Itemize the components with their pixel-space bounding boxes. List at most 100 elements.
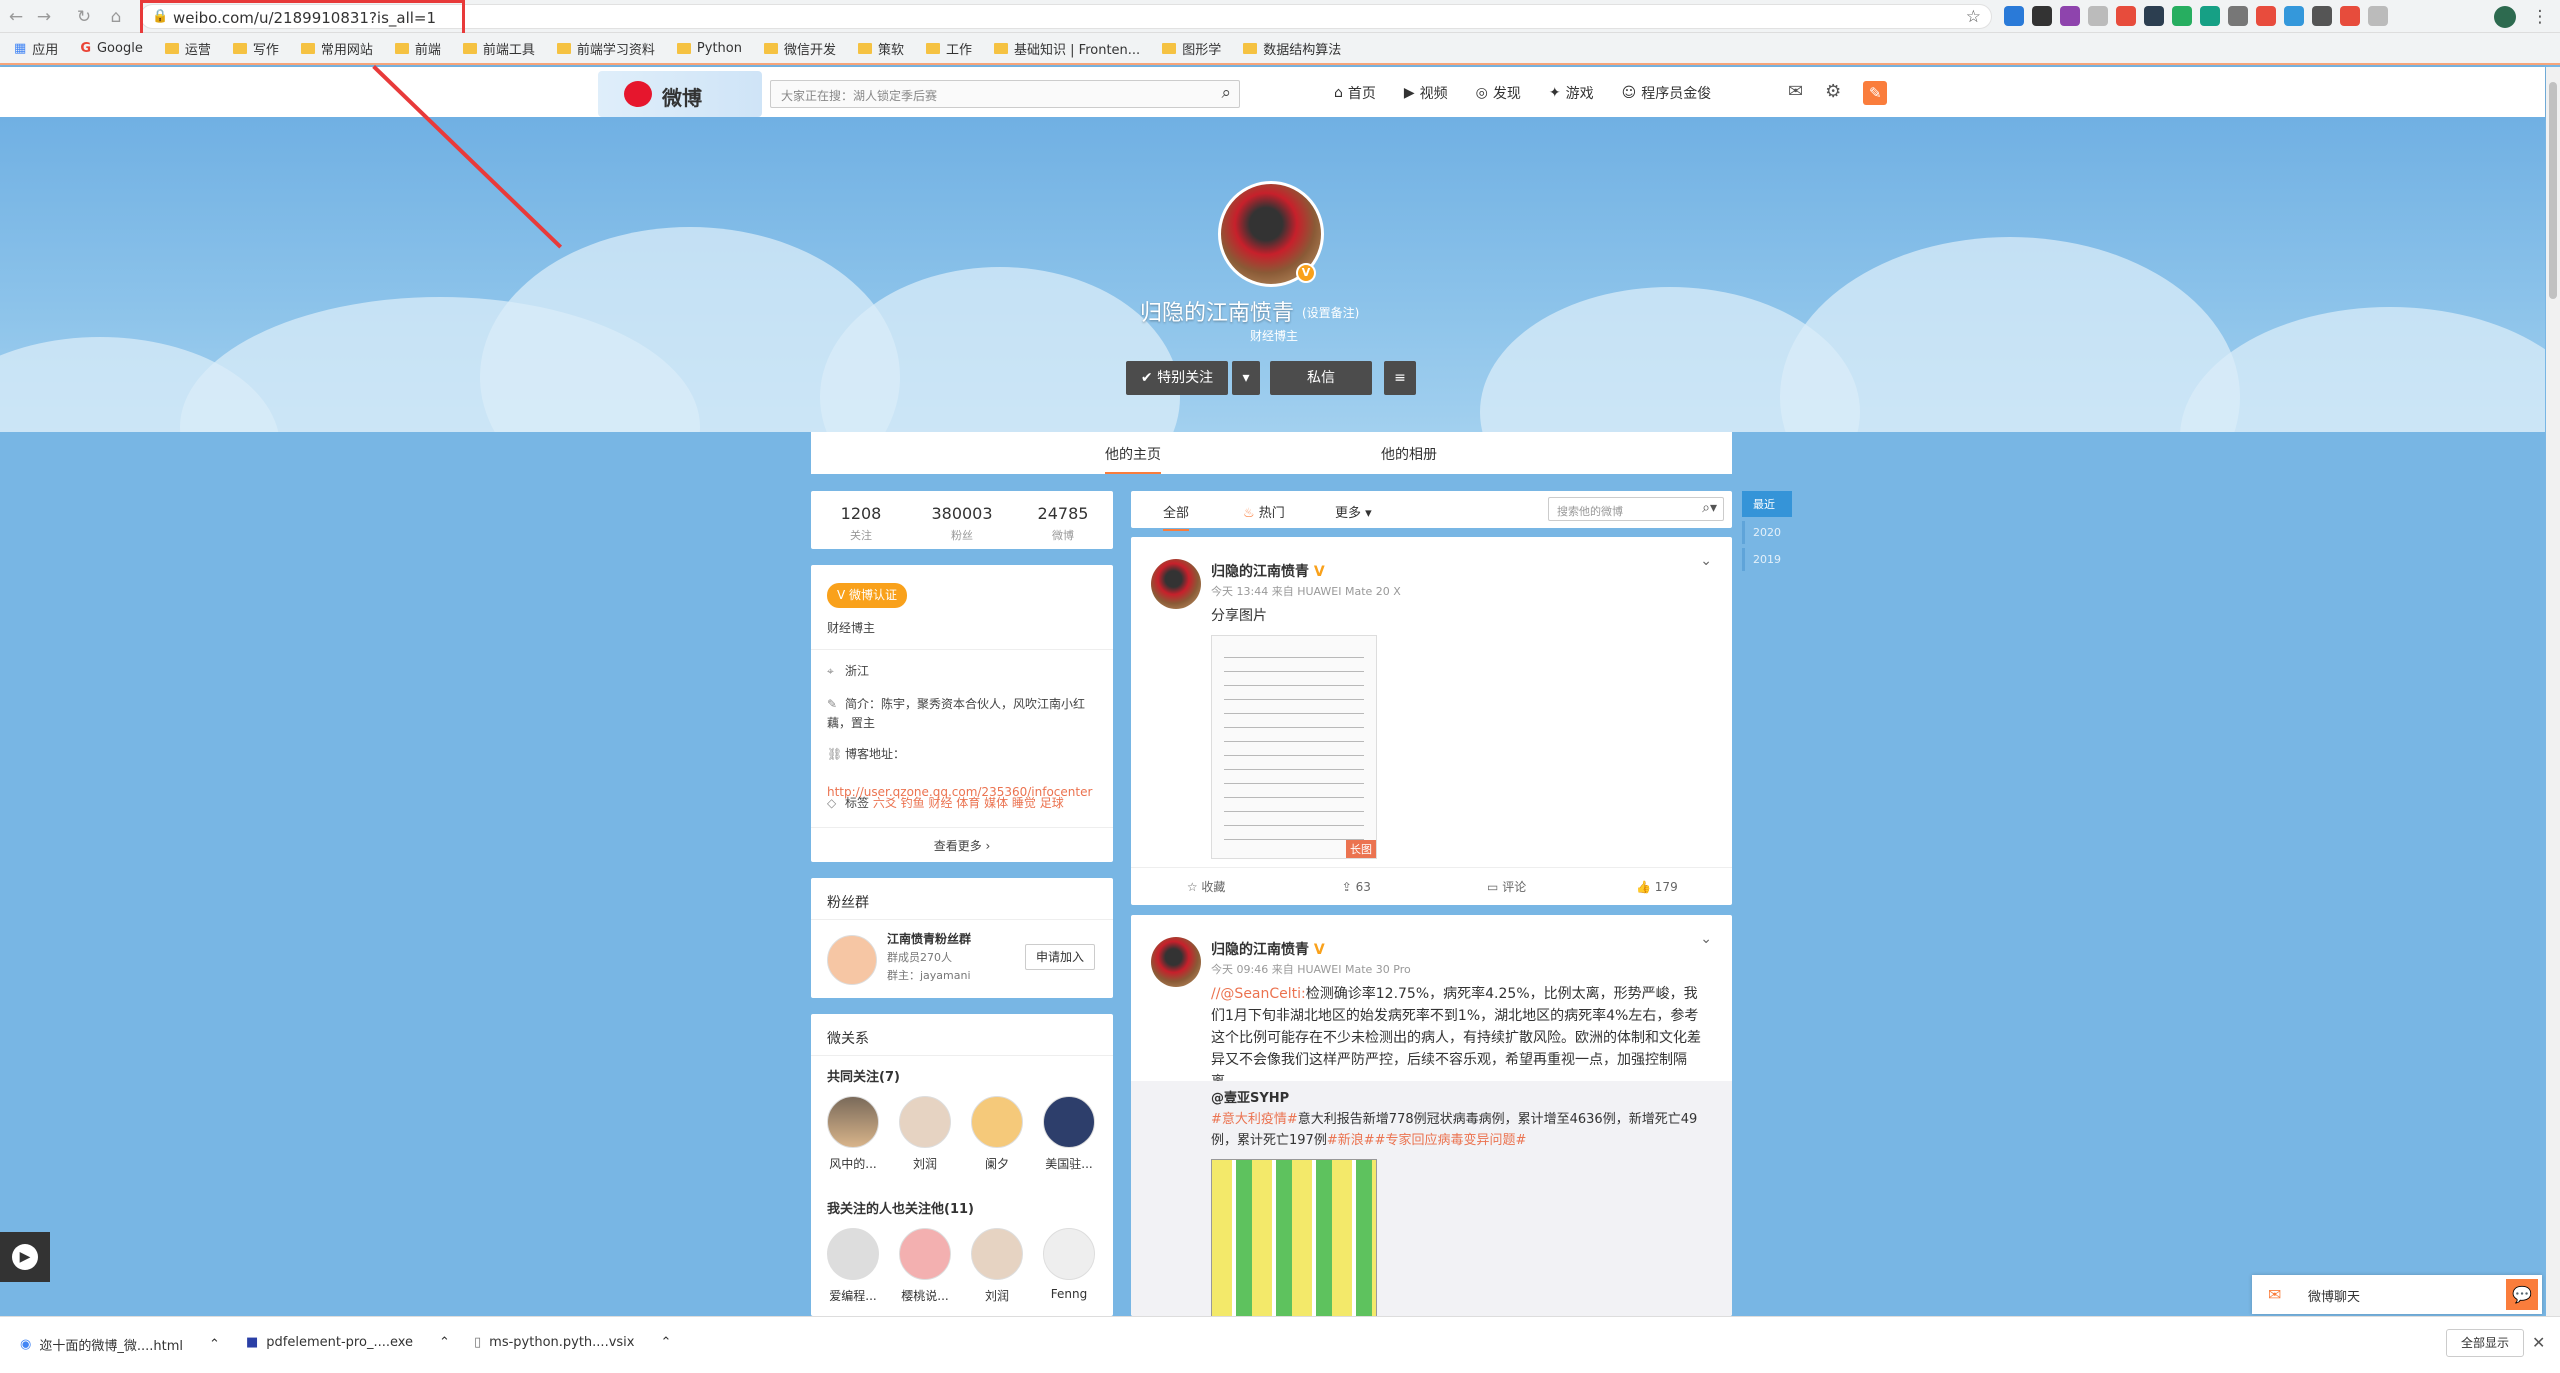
avatar[interactable] — [971, 1096, 1023, 1148]
stat-posts[interactable]: 24785 微博 — [1013, 504, 1113, 543]
extension-icon[interactable] — [2172, 6, 2192, 26]
bookmark-folder[interactable]: 写作 — [232, 39, 279, 58]
repost-button[interactable]: ⇪ 63 — [1281, 868, 1431, 905]
avatar[interactable] — [827, 1228, 879, 1280]
search-icon[interactable]: ⌕ — [1221, 83, 1231, 103]
mention-link[interactable]: //@SeanCelti: — [1211, 986, 1306, 1002]
join-group-button[interactable]: 申请加入 — [1025, 944, 1095, 970]
chevron-up-icon[interactable]: ⌃ — [660, 1335, 671, 1350]
nav-user[interactable]: ☺ 程序员金俊 — [1622, 83, 1712, 103]
group-avatar[interactable] — [827, 935, 877, 985]
post-image[interactable]: 长图 — [1211, 635, 1377, 859]
bookmark-folder[interactable]: 策软 — [858, 39, 904, 58]
favorite-button[interactable]: ☆ 收藏 — [1131, 868, 1281, 905]
repost-author[interactable]: @壹亚SYHP — [1211, 1087, 1289, 1106]
extension-icon[interactable] — [2116, 6, 2136, 26]
extension-icon[interactable] — [2368, 6, 2388, 26]
set-note-link[interactable]: (设置备注) — [1302, 304, 1359, 321]
chat-icon[interactable]: 💬 — [2506, 1279, 2538, 1310]
extension-icon[interactable] — [2060, 6, 2080, 26]
nav-discover[interactable]: ◎ 发现 — [1476, 83, 1521, 103]
avatar[interactable] — [827, 1096, 879, 1148]
extension-icon[interactable] — [2256, 6, 2276, 26]
bookmark-folder[interactable]: 图形学 — [1162, 39, 1221, 58]
post-author[interactable]: 归隐的江南愤青 V — [1211, 939, 1325, 959]
bookmark-folder[interactable]: 前端学习资料 — [556, 39, 655, 58]
extension-icon[interactable] — [2284, 6, 2304, 26]
bookmark-item[interactable]: ▦ 应用 — [14, 39, 58, 58]
download-item[interactable]: ▯ ms-python.pyth....vsix ⌃ — [474, 1335, 671, 1350]
compose-icon[interactable]: ✎ — [1863, 81, 1888, 105]
stat-followers[interactable]: 380003 粉丝 — [912, 504, 1012, 543]
post-author[interactable]: 归隐的江南愤青 V — [1211, 561, 1325, 581]
mutual-follow-name[interactable]: 爱编程... — [817, 1287, 889, 1304]
year-2020[interactable]: 2020 — [1742, 521, 1792, 544]
search-icon[interactable]: ⌕▾ — [1702, 500, 1717, 516]
bookmark-folder[interactable]: Python — [676, 39, 742, 58]
common-follow-name[interactable]: 美国驻... — [1033, 1155, 1105, 1172]
bookmark-folder[interactable]: 常用网站 — [300, 39, 373, 58]
nav-game[interactable]: ✦ 游戏 — [1549, 83, 1594, 103]
tab-home[interactable]: 他的主页 — [1105, 444, 1161, 474]
weibo-logo[interactable]: 微博 — [598, 71, 762, 117]
bookmark-folder[interactable]: 数据结构算法 — [1243, 39, 1341, 58]
tab-album[interactable]: 他的相册 — [1381, 444, 1437, 464]
common-follow-name[interactable]: 风中的... — [817, 1155, 889, 1172]
like-button[interactable]: 👍 179 — [1582, 868, 1732, 905]
message-button[interactable]: 私信 — [1270, 361, 1372, 395]
gear-icon[interactable]: ⚙ — [1825, 81, 1841, 105]
nav-video[interactable]: ▶ 视频 — [1404, 83, 1448, 103]
mutual-follow-name[interactable]: 刘润 — [961, 1287, 1033, 1304]
bookmark-folder[interactable]: 运营 — [164, 39, 211, 58]
bookmark-folder[interactable]: 微信开发 — [763, 39, 836, 58]
year-recent[interactable]: 最近 — [1742, 491, 1792, 517]
home-icon[interactable]: ⌂ — [106, 7, 126, 27]
avatar[interactable] — [899, 1096, 951, 1148]
menu-icon[interactable]: ⋮ — [2530, 7, 2550, 27]
back-icon[interactable]: ← — [6, 7, 26, 27]
common-follow-name[interactable]: 阑夕 — [961, 1155, 1033, 1172]
weibo-chat-bar[interactable]: ✉ 微博聊天 💬 — [2252, 1275, 2542, 1314]
nav-home[interactable]: ⌂ 首页 — [1334, 83, 1376, 103]
chevron-up-icon[interactable]: ⌃ — [209, 1337, 220, 1352]
video-play-button[interactable]: ▶ — [0, 1232, 50, 1282]
search-input[interactable]: 大家正在搜：湖人锁定季后赛 ⌕ — [770, 80, 1240, 108]
extension-icon[interactable] — [2200, 6, 2220, 26]
more-menu-button[interactable]: ≡ — [1384, 361, 1416, 395]
chevron-up-icon[interactable]: ⌃ — [439, 1335, 450, 1350]
extension-icon[interactable] — [2144, 6, 2164, 26]
bookmark-folder[interactable]: 前端 — [394, 39, 441, 58]
bookmark-folder[interactable]: 工作 — [926, 39, 972, 58]
follow-dropdown-button[interactable]: ▾ — [1232, 361, 1260, 395]
tab-hot[interactable]: ♨ 热门 — [1243, 502, 1285, 521]
stat-following[interactable]: 1208 关注 — [811, 504, 911, 543]
repost-image[interactable] — [1211, 1159, 1377, 1316]
extension-icon[interactable] — [2312, 6, 2332, 26]
avatar[interactable] — [1043, 1096, 1095, 1148]
extension-icon[interactable] — [2004, 6, 2024, 26]
year-2019[interactable]: 2019 — [1742, 548, 1792, 571]
comment-button[interactable]: ▭ 评论 — [1432, 868, 1582, 905]
extension-icon[interactable] — [2228, 6, 2248, 26]
extension-icon[interactable] — [2088, 6, 2108, 26]
scrollbar-thumb[interactable] — [2549, 82, 2557, 299]
extension-icon[interactable] — [2340, 6, 2360, 26]
mutual-follow-name[interactable]: Fenng — [1033, 1287, 1105, 1301]
chevron-down-icon[interactable]: ⌄ — [1700, 931, 1712, 947]
show-all-button[interactable]: 全部显示 — [2446, 1329, 2524, 1357]
view-more-link[interactable]: 查看更多 › — [827, 837, 1097, 856]
extension-icon[interactable] — [2032, 6, 2052, 26]
bookmark-folder[interactable]: 前端工具 — [462, 39, 535, 58]
common-follow-name[interactable]: 刘润 — [889, 1155, 961, 1172]
avatar[interactable] — [899, 1228, 951, 1280]
profile-avatar[interactable] — [2494, 6, 2516, 28]
forward-icon[interactable]: → — [34, 7, 54, 27]
reload-icon[interactable]: ↻ — [74, 7, 94, 27]
post-avatar[interactable] — [1151, 937, 1201, 987]
feed-search-input[interactable]: 搜索他的微博 ⌕▾ — [1548, 497, 1724, 521]
special-follow-button[interactable]: ✔ 特别关注 — [1126, 361, 1228, 395]
group-name[interactable]: 江南愤青粉丝群 — [887, 930, 971, 949]
download-item[interactable]: ◉ 迩十面的微博_微....html ⌃ — [20, 1335, 220, 1354]
tab-more[interactable]: 更多 ▾ — [1335, 502, 1372, 521]
tab-all[interactable]: 全部 — [1163, 502, 1190, 531]
